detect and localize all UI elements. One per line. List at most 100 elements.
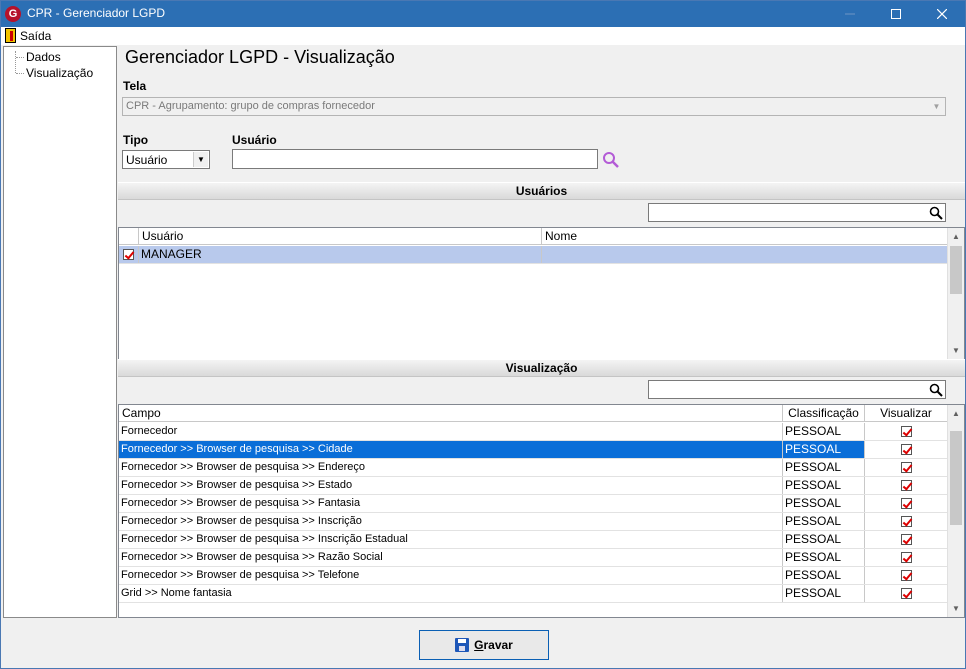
scroll-down-icon[interactable]: ▼ (948, 342, 964, 359)
cell-classificacao: PESSOAL (783, 513, 865, 530)
cell-classificacao: PESSOAL (783, 441, 865, 458)
table-row[interactable]: MANAGER (119, 246, 948, 264)
cell-visualizar[interactable] (865, 495, 948, 512)
cell-visualizar[interactable] (865, 441, 948, 458)
column-header-campo[interactable]: Campo (119, 405, 783, 422)
save-button[interactable]: Gravar (419, 630, 549, 660)
checkbox-checked-icon[interactable] (900, 497, 912, 509)
view-scrollbar[interactable]: ▲ ▼ (947, 405, 964, 617)
title-bar[interactable]: G CPR - Gerenciador LGPD (1, 1, 965, 27)
table-row[interactable]: Fornecedor >> Browser de pesquisa >> Raz… (119, 549, 948, 567)
checkbox-checked-icon[interactable] (900, 479, 912, 491)
cell-classificacao: PESSOAL (783, 531, 865, 548)
save-button-label-accel: G (474, 638, 484, 652)
view-grid: Campo Classificação Visualizar Fornecedo… (118, 404, 965, 618)
users-search-input[interactable] (648, 203, 946, 222)
exit-door-icon[interactable] (5, 28, 16, 43)
menu-exit[interactable]: Saída (20, 29, 51, 43)
cell-visualizar[interactable] (865, 477, 948, 494)
window-title: CPR - Gerenciador LGPD (27, 6, 166, 20)
cell-visualizar[interactable] (865, 549, 948, 566)
cell-campo: Fornecedor >> Browser de pesquisa >> End… (119, 459, 783, 476)
table-row[interactable]: Fornecedor >> Browser de pesquisa >> Ins… (119, 531, 948, 549)
cell-nome (542, 246, 948, 263)
scroll-thumb[interactable] (950, 246, 962, 294)
tipo-select[interactable]: Usuário ▼ (122, 150, 210, 169)
users-scrollbar[interactable]: ▲ ▼ (947, 228, 964, 359)
usuario-input[interactable] (232, 149, 598, 169)
table-row[interactable]: Fornecedor >> Browser de pesquisa >> Est… (119, 477, 948, 495)
cell-visualizar[interactable] (865, 459, 948, 476)
tela-select[interactable]: CPR - Agrupamento: grupo de compras forn… (122, 97, 946, 116)
view-section-header: Visualização (118, 359, 965, 377)
cell-visualizar[interactable] (865, 423, 948, 440)
table-row[interactable]: Fornecedor >> Browser de pesquisa >> Ins… (119, 513, 948, 531)
table-row[interactable]: Fornecedor PESSOAL (119, 423, 948, 441)
app-logo-icon: G (5, 6, 21, 22)
close-button[interactable] (919, 1, 965, 27)
cell-classificacao: PESSOAL (783, 477, 865, 494)
tree-item-visualizacao[interactable]: Visualização (26, 66, 93, 80)
checkbox-checked-icon[interactable] (900, 533, 912, 545)
floppy-disk-icon (455, 638, 470, 652)
users-section-header: Usuários (118, 182, 965, 200)
view-grid-header: Campo Classificação Visualizar (119, 405, 948, 422)
column-header-visualizar[interactable]: Visualizar (865, 405, 948, 422)
column-header-nome[interactable]: Nome (542, 228, 948, 245)
checkbox-checked-icon[interactable] (900, 461, 912, 473)
cell-campo: Grid >> Nome fantasia (119, 585, 783, 602)
table-row[interactable]: Grid >> Nome fantasia PESSOAL (119, 585, 948, 603)
scroll-up-icon[interactable]: ▲ (948, 228, 964, 245)
checkbox-checked-icon[interactable] (123, 248, 134, 260)
table-row[interactable]: Fornecedor >> Browser de pesquisa >> End… (119, 459, 948, 477)
cell-classificacao: PESSOAL (783, 567, 865, 584)
maximize-icon (891, 9, 901, 19)
view-search-input[interactable] (648, 380, 946, 399)
tree-connector (16, 73, 24, 74)
maximize-button[interactable] (873, 1, 919, 27)
column-header-usuario[interactable]: Usuário (139, 228, 542, 245)
tela-select-value: CPR - Agrupamento: grupo de compras forn… (126, 100, 375, 112)
chevron-down-icon: ▼ (193, 152, 208, 167)
cell-campo: Fornecedor >> Browser de pesquisa >> Ins… (119, 531, 783, 548)
cell-visualizar[interactable] (865, 531, 948, 548)
cell-visualizar[interactable] (865, 585, 948, 602)
column-header-classificacao[interactable]: Classificação (783, 405, 865, 422)
scroll-down-icon[interactable]: ▼ (948, 600, 964, 617)
table-row[interactable]: Fornecedor >> Browser de pesquisa >> Fan… (119, 495, 948, 513)
minimize-icon (845, 13, 855, 15)
scroll-thumb[interactable] (950, 431, 962, 525)
checkbox-checked-icon[interactable] (900, 551, 912, 563)
checkbox-checked-icon[interactable] (900, 443, 912, 455)
cell-campo: Fornecedor >> Browser de pesquisa >> Tel… (119, 567, 783, 584)
search-icon[interactable] (929, 206, 943, 220)
navigation-tree: Dados Visualização (3, 46, 117, 618)
table-row[interactable]: Fornecedor >> Browser de pesquisa >> Tel… (119, 567, 948, 585)
cell-visualizar[interactable] (865, 567, 948, 584)
close-icon (937, 9, 947, 19)
checkbox-checked-icon[interactable] (900, 587, 912, 599)
tipo-label: Tipo (123, 133, 149, 147)
users-grid: Usuário Nome MANAGER ▲ ▼ (118, 227, 965, 360)
row-checkbox[interactable] (119, 246, 139, 263)
scroll-up-icon[interactable]: ▲ (948, 405, 964, 422)
tree-item-dados[interactable]: Dados (26, 50, 61, 64)
cell-campo: Fornecedor >> Browser de pesquisa >> Raz… (119, 549, 783, 566)
page-title: Gerenciador LGPD - Visualização (125, 47, 395, 67)
cell-campo: Fornecedor >> Browser de pesquisa >> Ins… (119, 513, 783, 530)
cell-classificacao: PESSOAL (783, 459, 865, 476)
tipo-select-value: Usuário (126, 153, 168, 167)
checkbox-checked-icon[interactable] (900, 569, 912, 581)
column-header-check[interactable] (119, 228, 139, 245)
menu-bar: Saída (1, 27, 965, 45)
minimize-button[interactable] (827, 1, 873, 27)
table-row[interactable]: Fornecedor >> Browser de pesquisa >> Cid… (119, 441, 948, 459)
checkbox-checked-icon[interactable] (900, 425, 912, 437)
cell-visualizar[interactable] (865, 513, 948, 530)
search-icon[interactable] (929, 383, 943, 397)
main-window: G CPR - Gerenciador LGPD Saída Dados Vis… (0, 0, 966, 669)
cell-classificacao: PESSOAL (783, 495, 865, 512)
checkbox-checked-icon[interactable] (900, 515, 912, 527)
search-user-icon[interactable] (602, 151, 620, 169)
users-grid-header: Usuário Nome (119, 228, 948, 245)
